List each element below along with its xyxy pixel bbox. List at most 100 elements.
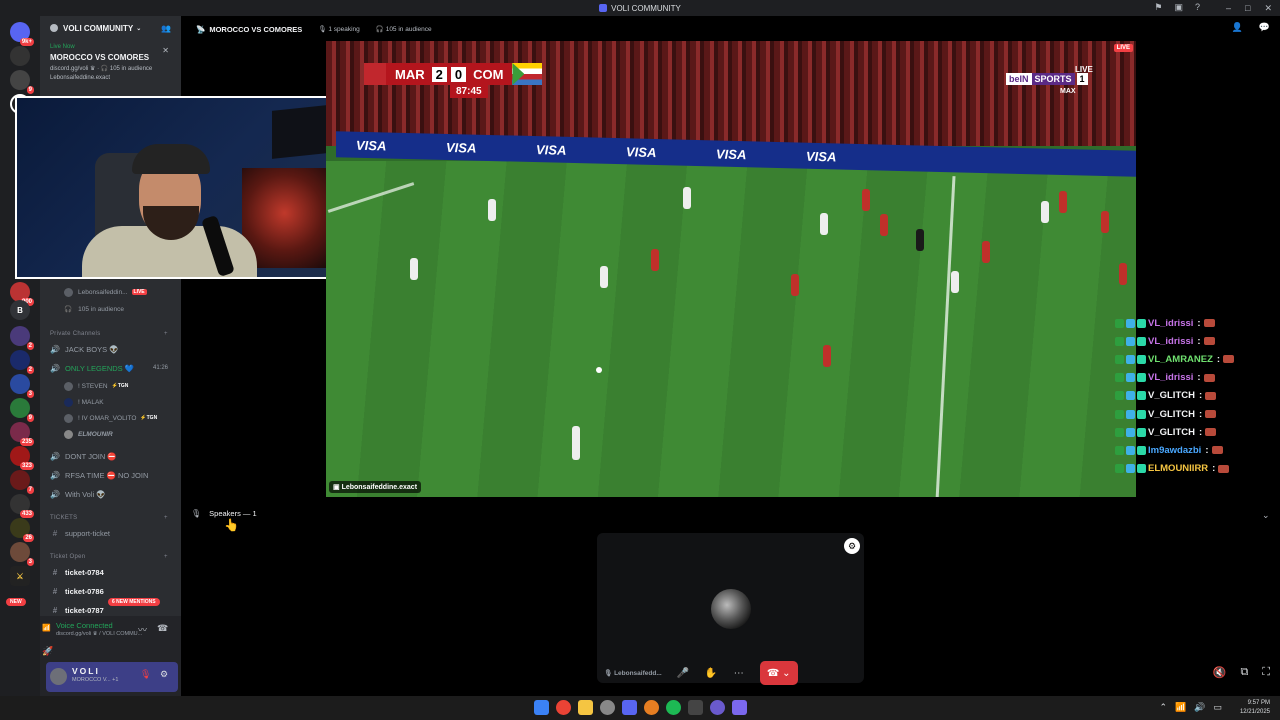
minimize-icon[interactable]: – xyxy=(1226,3,1231,13)
settings-icon[interactable]: ⚙ xyxy=(844,538,860,554)
direct-messages-icon[interactable]: 9k+ xyxy=(10,22,34,46)
chat-username[interactable]: V_GLITCH xyxy=(1148,409,1195,420)
channel-with-voli[interactable]: 🔊 With Voli 👽 xyxy=(50,487,106,501)
noise-suppression-icon[interactable]: 〰 xyxy=(138,623,147,636)
voice-member[interactable]: ! MALAK xyxy=(64,396,104,408)
server-icon[interactable]: 26 xyxy=(10,518,34,542)
app-icon[interactable] xyxy=(710,700,725,715)
fullscreen-icon[interactable]: ⛶ xyxy=(1262,666,1270,679)
channel-dont-join[interactable]: 🔊 DONT JOIN ⛔ xyxy=(50,449,117,463)
channel-rfsa-time[interactable]: 🔊 RFSA TIME ⛔ NO JOIN xyxy=(50,468,148,482)
voice-status[interactable]: Voice Connected xyxy=(56,621,113,630)
category-private[interactable]: Private Channels + xyxy=(50,331,168,337)
terminal-icon[interactable] xyxy=(688,700,703,715)
avatar[interactable] xyxy=(50,668,67,685)
add-channel-icon[interactable]: + xyxy=(164,515,168,521)
channel-jack-boys[interactable]: 🔊 JACK BOYS 👽 xyxy=(50,342,119,356)
pin-icon[interactable]: ⚑ xyxy=(1154,2,1162,13)
server-icon[interactable]: 433 xyxy=(10,494,34,518)
server-icon[interactable]: 9 xyxy=(10,398,34,422)
stream-video[interactable]: VISA VISA VISA VISA VISA VISA MAR 2 0 CO… xyxy=(326,41,1136,497)
close-icon[interactable]: ✕ xyxy=(1264,3,1272,14)
chevron-down-icon[interactable]: ⌄ xyxy=(1262,510,1270,521)
more-icon[interactable]: ⋯ xyxy=(732,668,746,679)
voice-member[interactable]: ! STEVEN ⚡TGN xyxy=(64,380,128,392)
server-icon[interactable] xyxy=(10,46,30,66)
category-tickets[interactable]: TICKETS + xyxy=(50,515,168,521)
server-icon[interactable]: 2 xyxy=(10,326,34,350)
settings-icon[interactable]: ⚙ xyxy=(160,669,168,680)
server-icon[interactable]: 900 xyxy=(10,282,34,306)
server-icon[interactable]: 2 xyxy=(10,350,34,374)
chevron-up-icon[interactable]: ⌃ xyxy=(1160,702,1168,713)
server-icon[interactable]: 9 xyxy=(10,70,34,94)
disconnect-icon[interactable]: ☎ xyxy=(157,623,168,634)
new-badge[interactable]: NEW xyxy=(6,598,26,606)
chat-icon[interactable]: 💬 xyxy=(1259,22,1270,33)
maximize-icon[interactable]: □ xyxy=(1245,3,1250,13)
server-icon[interactable]: B xyxy=(10,300,30,320)
leave-stage-button[interactable]: ☎ ⌄ xyxy=(759,661,798,685)
add-channel-icon[interactable]: + xyxy=(164,554,168,560)
obs-icon[interactable] xyxy=(600,700,615,715)
inbox-icon[interactable]: ▣ xyxy=(1174,2,1183,13)
volume-muted-icon[interactable]: 🔇 xyxy=(1213,666,1227,679)
add-member-icon[interactable]: 👥 xyxy=(161,24,171,33)
brave-icon[interactable] xyxy=(644,700,659,715)
chat-username[interactable]: VL_idrissi xyxy=(1148,336,1193,347)
chat-username[interactable]: ELMOUNIIRR xyxy=(1148,463,1208,474)
raise-hand-icon[interactable]: ✋ xyxy=(704,668,718,679)
chrome-icon[interactable] xyxy=(556,700,571,715)
signal-icon[interactable]: 📶 xyxy=(42,624,51,632)
channel-ticket-0786[interactable]: # ticket-0786 xyxy=(50,584,104,598)
spotify-icon[interactable] xyxy=(666,700,681,715)
channel-ticket-0784[interactable]: # ticket-0784 xyxy=(50,565,104,579)
channel-ticket-0787[interactable]: # ticket-0787 xyxy=(50,603,104,617)
mic-off-icon[interactable]: 🎤 xyxy=(676,668,690,679)
hashtag-icon: # xyxy=(52,586,58,596)
invite-icon[interactable]: 👤 xyxy=(1232,22,1243,33)
chat-username[interactable]: V_GLITCH xyxy=(1148,390,1195,401)
speaker-avatar[interactable] xyxy=(711,589,751,629)
live-now-card[interactable]: Live Now MOROCCO VS COMORES discord.gg/v… xyxy=(40,40,181,83)
voice-location[interactable]: discord.gg/voli ♛ / VOLI COMMU... xyxy=(56,631,142,637)
chat-badge-icon xyxy=(1126,373,1135,383)
category-ticket-open[interactable]: Ticket Open + xyxy=(50,554,168,560)
discord-icon[interactable] xyxy=(622,700,637,715)
chat-username[interactable]: Im9awdazbi xyxy=(1148,445,1201,456)
channel-support-ticket[interactable]: # support-ticket xyxy=(50,526,110,540)
popout-icon[interactable]: ⧉ xyxy=(1240,666,1248,679)
server-icon[interactable]: 235 xyxy=(10,422,34,446)
server-icon[interactable]: 323 xyxy=(10,446,34,470)
new-mentions-pill[interactable]: 6 NEW MENTIONS xyxy=(108,598,160,606)
server-icon[interactable]: 3 xyxy=(10,542,34,566)
volume-icon[interactable]: 🔊 xyxy=(1194,702,1205,713)
chat-message: VL_idrissi: xyxy=(1115,332,1280,350)
wifi-icon[interactable]: 📶 xyxy=(1175,702,1186,713)
chat-username[interactable]: VL_idrissi xyxy=(1148,318,1193,329)
stage-member[interactable]: Lebonsaifeddin... LIVE xyxy=(64,286,147,298)
voice-member[interactable]: ELMOUNIR xyxy=(64,428,113,440)
server-icon[interactable]: ⚔ xyxy=(10,566,30,586)
chat-username[interactable]: VL_AMRANEZ xyxy=(1148,354,1213,365)
server-icon[interactable]: 3 xyxy=(10,374,34,398)
help-icon[interactable]: ? xyxy=(1195,2,1200,13)
app-icon[interactable] xyxy=(732,700,747,715)
add-channel-icon[interactable]: + xyxy=(164,331,168,337)
battery-icon[interactable]: ▭ xyxy=(1213,702,1222,713)
voice-member[interactable]: ! IV OMAR_VOLITO ⚡TGN xyxy=(64,412,157,424)
system-clock[interactable]: 9:57 PM 12/21/2025 xyxy=(1240,699,1270,717)
windows-start-icon[interactable] xyxy=(534,700,549,715)
close-icon[interactable]: ✕ xyxy=(162,46,169,55)
chat-username[interactable]: VL_idrissi xyxy=(1148,372,1193,383)
guild-header[interactable]: VOLI COMMUNITY ⌄ 👥 xyxy=(40,16,181,40)
server-icon[interactable]: 7 xyxy=(10,470,34,494)
activity-icon[interactable]: 🚀 xyxy=(42,646,53,657)
player xyxy=(862,189,870,211)
chat-username[interactable]: V_GLITCH xyxy=(1148,427,1195,438)
mic-muted-icon[interactable]: 🎙 xyxy=(140,669,151,680)
speakers-header[interactable]: 🎙 Speakers — 1 xyxy=(191,509,257,518)
user-card[interactable]: VOLI MOROCCO V... +1 🎙 ⚙ xyxy=(46,662,178,692)
file-explorer-icon[interactable] xyxy=(578,700,593,715)
channel-only-legends[interactable]: 🔊 ONLY LEGENDS 💙 xyxy=(50,361,134,375)
